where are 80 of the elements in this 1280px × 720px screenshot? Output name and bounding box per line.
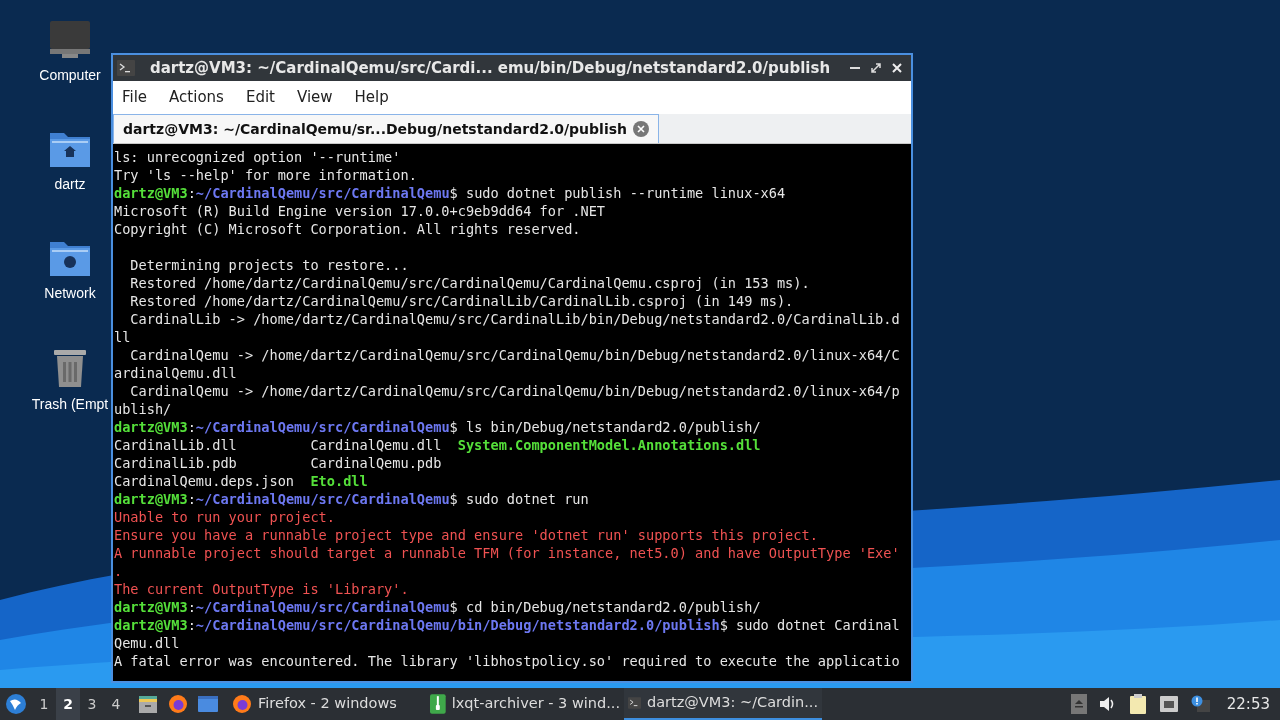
desktop-icon-label[interactable]: Network [44, 283, 96, 304]
menu-item[interactable]: File [122, 86, 148, 109]
window-icon[interactable] [198, 695, 218, 713]
terminal-text: $ sudo dotnet publish --runtime linux-x64 [449, 184, 786, 202]
terminal-text: CardinalLib.dll CardinalQemu.dll [114, 436, 443, 454]
terminal-text: System.ComponentModel.Annotations.dll [457, 436, 761, 454]
firefox-icon[interactable] [168, 694, 188, 714]
terminal-text: . [114, 562, 123, 580]
terminal-text: ll [114, 328, 131, 346]
desktop-icon-label[interactable]: dartz [54, 174, 86, 195]
window-title: dartz@VM3: ~/CardinalQemu/src/Cardi... emu/bin/Debug/netstandard2.0/publish [148, 57, 832, 79]
terminal-text: : [187, 616, 196, 634]
terminal-text: A fatal error was encountered. The library 'libhostpolicy.so' required to execute the applicatio [114, 652, 900, 670]
menu-item[interactable]: Help [354, 86, 389, 109]
terminal-icon [117, 60, 135, 76]
terminal-text: dartz@VM3 [114, 418, 188, 436]
firefox-icon[interactable] [232, 694, 252, 714]
terminal-text: $ sudo dotnet Cardinal [719, 616, 900, 634]
terminal-text: CardinalQemu.deps.json [114, 472, 296, 490]
terminal-text: CardinalQemu -> /home/dartz/CardinalQemu/src/CardinalQemu/bin/Debug/netstandard2.0/linux-x64/p [129, 382, 900, 400]
desktop-switch-button[interactable]: 4 [104, 688, 128, 720]
desktop-icon-label[interactable]: Computer [39, 65, 101, 86]
terminal-text: The current OutputType is 'Library'. [114, 580, 409, 598]
desktop-switch-button[interactable]: 2 [56, 688, 80, 720]
terminal-text: Restored /home/dartz/CardinalQemu/src/CardinalLib/CardinalLib.csproj (in 149 ms). [129, 292, 794, 310]
terminal-text: dartz@VM3 [114, 598, 188, 616]
terminal-text: A runnable project should target a runnable TFM (for instance, net5.0) and have OutputType 'Exe' [114, 544, 900, 562]
terminal-text: Microsoft (R) Build Engine version 17.0.0+c9eb9dd64 for .NET [114, 202, 606, 220]
monitor-icon [49, 20, 91, 60]
menu-item[interactable]: Edit [245, 86, 275, 109]
terminal-text: : [187, 418, 196, 436]
terminal-text: ublish/ [114, 400, 172, 418]
terminal-text: $ cd bin/Debug/netstandard2.0/publish/ [449, 598, 761, 616]
close-icon[interactable] [891, 62, 903, 74]
start-menu-icon[interactable] [5, 693, 27, 715]
update-notice-icon[interactable] [1190, 695, 1211, 713]
zip-file-icon [430, 694, 446, 714]
terminal-text: ~/CardinalQemu/src/CardinalQemu [195, 598, 450, 616]
taskbar-task-button[interactable]: Firefox - 2 windows [228, 688, 426, 720]
terminal-icon [628, 695, 641, 711]
taskbar-task-button[interactable]: dartz@VM3: ~/Cardin... [624, 688, 822, 720]
terminal-text: ls: unrecognized option '--runtime' [114, 148, 401, 166]
desktop-icon-label[interactable]: Trash (Empt [31, 394, 109, 415]
terminal-text: dartz@VM3 [114, 184, 188, 202]
desktop-switch-button[interactable]: 1 [32, 688, 56, 720]
network-icon[interactable] [1158, 695, 1179, 713]
terminal-text: $ sudo dotnet run [449, 490, 589, 508]
terminal-text: Ensure you have a runnable project type and ensure 'dotnet run' supports this project. [114, 526, 818, 544]
terminal-text: Eto.dll [310, 472, 368, 490]
terminal-tab[interactable]: dartz@VM3: ~/CardinalQemu/sr...Debug/netstandard2.0/publish [113, 114, 659, 143]
terminal-text: CardinalQemu -> /home/dartz/CardinalQemu/src/CardinalQemu/bin/Debug/netstandard2.0/linux-x64/C [129, 346, 900, 364]
terminal-text: : [187, 490, 196, 508]
terminal-text: dartz@VM3 [114, 616, 188, 634]
terminal-text: ~/CardinalQemu/src/CardinalQemu/bin/Debug/netstandard2.0/publish [195, 616, 720, 634]
terminal-text: Unable to run your project. [114, 508, 335, 526]
menu-item[interactable]: Actions [169, 86, 224, 109]
close-tab-icon[interactable] [633, 121, 649, 137]
terminal-text: : [187, 184, 196, 202]
terminal-text: Try 'ls --help' for more information. [114, 166, 417, 184]
terminal-text: Qemu.dll [114, 634, 180, 652]
terminal-text: Determining projects to restore... [129, 256, 409, 274]
terminal-text: ~/CardinalQemu/src/CardinalQemu [195, 184, 450, 202]
terminal-text: Restored /home/dartz/CardinalQemu/src/CardinalQemu/CardinalQemu.csproj (in 153 ms). [129, 274, 810, 292]
terminal-text: CardinalLib -> /home/dartz/CardinalQemu/src/CardinalLib/bin/Debug/netstandard2.0/CardinalLib.d [129, 310, 900, 328]
clipboard-icon[interactable] [1128, 693, 1147, 715]
terminal-text: ~/CardinalQemu/src/CardinalQemu [195, 418, 450, 436]
terminal-text: dartz@VM3 [114, 490, 188, 508]
eject-icon[interactable] [1070, 694, 1087, 714]
maximize-icon[interactable] [870, 62, 882, 74]
terminal-text: : [187, 598, 196, 616]
terminal-text: CardinalLib.pdb CardinalQemu.pdb [114, 454, 442, 472]
taskbar-task-button[interactable]: lxqt-archiver - 3 wind... [426, 688, 624, 720]
terminal-text: ardinalQemu.dll [114, 364, 237, 382]
clock[interactable]: 22:53 [1226, 692, 1270, 716]
desktop-switch-button[interactable]: 3 [80, 688, 104, 720]
terminal-text: ~/CardinalQemu/src/CardinalQemu [195, 490, 450, 508]
terminal-text: $ ls bin/Debug/netstandard2.0/publish/ [449, 418, 761, 436]
menu-item[interactable]: View [296, 86, 333, 109]
file-cabinet-icon[interactable] [138, 694, 158, 714]
terminal-text: Copyright (C) Microsoft Corporation. All rights reserved. [114, 220, 581, 238]
